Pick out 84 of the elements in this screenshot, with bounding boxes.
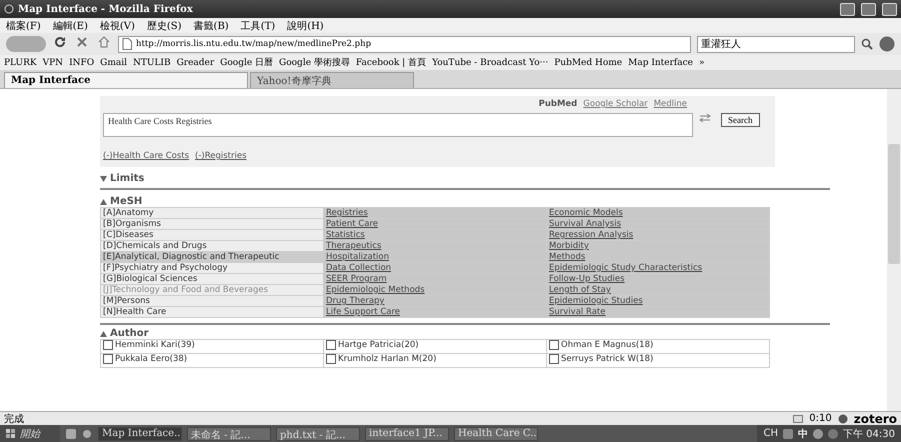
bookmark-item[interactable]: PLURK — [4, 58, 37, 68]
menu-item[interactable]: 工具(T) — [240, 18, 276, 32]
bookmark-item[interactable]: PubMed Home — [554, 58, 622, 68]
search-button[interactable]: Search — [721, 113, 760, 127]
source-link[interactable]: Google Scholar — [583, 99, 648, 109]
mesh-term-link[interactable]: Morbidity — [549, 241, 589, 251]
swap-icon[interactable] — [699, 113, 711, 123]
clock: 下午 04:30 — [843, 428, 895, 441]
checkbox[interactable] — [103, 354, 113, 364]
term-link[interactable]: (-)Health Care Costs — [103, 151, 190, 161]
url-text: http://morris.lis.ntu.edu.tw/map/new/medlinePre2.php — [136, 39, 372, 49]
keyboard-icon[interactable] — [783, 428, 793, 439]
tray-icon[interactable] — [813, 428, 823, 439]
ime-indicator[interactable]: 中 — [798, 426, 808, 441]
section-heading[interactable]: MeSH — [110, 196, 142, 207]
bookmark-item[interactable]: NTULIB — [132, 58, 171, 68]
scrollbar[interactable] — [887, 89, 901, 412]
close-button[interactable] — [882, 2, 897, 16]
browser-tab[interactable]: Yahoo!奇摩字典 — [250, 72, 414, 88]
mesh-term-link[interactable]: Registries — [326, 208, 368, 218]
bookmark-item[interactable]: Map Interface — [628, 58, 693, 68]
quick-launch-icon[interactable] — [82, 428, 92, 439]
section-heading[interactable]: Author — [110, 328, 149, 339]
checkbox[interactable] — [103, 340, 113, 350]
bookmark-item[interactable]: INFO — [69, 58, 94, 68]
mail-icon[interactable] — [793, 414, 804, 423]
taskbar-button[interactable]: Health Care C... — [454, 426, 538, 441]
checkbox[interactable] — [326, 340, 336, 350]
category-cell[interactable]: [G]Biological Sciences — [100, 274, 324, 284]
minimize-button[interactable] — [840, 2, 855, 16]
query-field[interactable]: Health Care Costs Registries — [103, 113, 693, 137]
menu-item[interactable]: 檢視(V) — [100, 18, 135, 32]
address-field[interactable]: http://morris.lis.ntu.edu.tw/map/new/medlinePre2.php — [118, 36, 691, 52]
bookmark-item[interactable]: Facebook | 首頁 — [356, 56, 426, 69]
checkbox[interactable] — [326, 354, 336, 364]
web-search-field[interactable]: 重灌狂人 — [697, 36, 855, 52]
menu-item[interactable]: 編輯(E) — [52, 18, 88, 32]
category-cell[interactable]: [M]Persons — [100, 296, 324, 306]
expanded-triangle-icon[interactable] — [100, 330, 107, 336]
source-link[interactable]: PubMed — [538, 99, 578, 109]
page-icon — [122, 38, 132, 50]
zotero-label[interactable]: zotero — [854, 412, 897, 426]
bookmark-item[interactable]: Google 日曆 — [220, 56, 274, 69]
menu-item[interactable]: 檔案(F) — [6, 18, 41, 32]
menu-item[interactable]: 歷史(S) — [146, 18, 182, 32]
bookmark-item[interactable]: » — [699, 58, 705, 68]
timer-text: 0:10 — [809, 413, 832, 424]
section-heading[interactable]: Limits — [110, 173, 144, 184]
collapsed-triangle-icon[interactable] — [100, 176, 107, 182]
menu-item[interactable]: 說明(H) — [287, 18, 324, 32]
browser-icon — [4, 4, 14, 14]
mesh-term-link[interactable]: Methods — [549, 252, 586, 262]
language-indicator[interactable]: CH — [763, 428, 778, 440]
quick-launch-icon[interactable] — [66, 428, 76, 439]
category-cell[interactable]: [N]Health Care — [100, 306, 324, 318]
start-button[interactable]: 開始 — [0, 425, 60, 442]
checkbox[interactable] — [549, 340, 559, 350]
taskbar-button[interactable]: phd.txt - 記... — [276, 426, 360, 441]
term-link[interactable]: (-)Registries — [195, 151, 247, 161]
category-cell[interactable]: [A]Anatomy — [100, 208, 324, 218]
bookmark-item[interactable]: Greader — [176, 58, 214, 68]
bookmark-item[interactable]: Gmail — [100, 58, 127, 68]
category-cell[interactable]: [B]Organisms — [100, 218, 324, 230]
browser-tab[interactable]: Map Interface — [4, 72, 248, 88]
search-icon[interactable] — [861, 38, 873, 50]
bookmark-item[interactable]: YouTube - Broadcast Yo··· — [432, 58, 548, 68]
category-cell[interactable]: [F]Psychiatry and Psychology — [100, 262, 324, 274]
mesh-term-link[interactable]: Statistics — [326, 230, 365, 240]
bookmark-item[interactable]: VPN — [42, 58, 64, 68]
maximize-button[interactable] — [861, 2, 876, 16]
checkbox[interactable] — [549, 354, 559, 364]
taskbar-button[interactable]: Map Interface... — [98, 426, 182, 441]
taskbar-button[interactable]: interface1 JP... — [365, 426, 449, 441]
bookmark-item[interactable]: Google 學術搜尋 — [279, 56, 350, 69]
category-cell[interactable]: [E]Analytical, Diagnostic and Therapeutic — [100, 252, 324, 262]
category-cell[interactable]: [D]Chemicals and Drugs — [100, 240, 324, 252]
source-link[interactable]: Medline — [654, 99, 687, 109]
category-cell[interactable]: [C]Diseases — [100, 230, 324, 240]
windows-logo-icon — [6, 428, 16, 439]
window-title: Map Interface - Mozilla Firefox — [18, 4, 194, 14]
status-text: 完成 — [4, 412, 24, 426]
menu-item[interactable]: 書籤(B) — [194, 18, 229, 32]
expanded-triangle-icon[interactable] — [100, 198, 107, 204]
taskbar-button[interactable]: 未命名 - 記... — [187, 426, 271, 441]
